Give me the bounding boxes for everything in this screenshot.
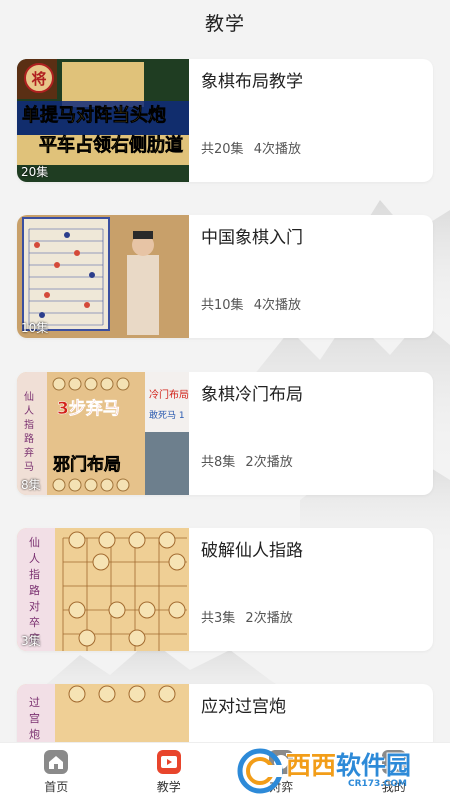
svg-text:对: 对	[29, 599, 40, 613]
svg-text:邪门布局: 邪门布局	[52, 454, 121, 475]
play-count: 4次播放	[253, 298, 301, 313]
course-thumbnail: 仙 人 指 路 对 卒 底 3集	[17, 528, 189, 651]
course-card[interactable]: 仙 人 指 路 对 卒 底 3集 破解仙人指路 共3集 2次播放	[17, 528, 433, 651]
course-title: 破解仙人指路	[201, 541, 303, 561]
thumb-badge: 将	[31, 70, 46, 88]
svg-text:人: 人	[29, 552, 40, 565]
episode-count-badge: 10集	[21, 321, 49, 335]
course-meta: 共3集 2次播放	[201, 607, 293, 626]
episode-count-badge: 3集	[21, 634, 41, 648]
play-count: 4次播放	[253, 142, 301, 157]
tab-label: 首页	[44, 780, 69, 794]
episode-total: 共10集	[201, 298, 244, 313]
course-card[interactable]: 仙 人 指 路 弃 马 3步弃马 邪门布局 冷门布局 敢死马 1 8集 象棋冷门…	[17, 372, 433, 495]
play-video-icon	[156, 750, 181, 774]
svg-text:人: 人	[24, 405, 34, 417]
watermark-logo-icon	[237, 748, 283, 794]
svg-text:过: 过	[29, 696, 40, 709]
svg-text:冷门布局: 冷门布局	[149, 388, 189, 401]
episode-total: 共20集	[201, 142, 244, 157]
course-card[interactable]: 10集 中国象棋入门 共10集 4次播放	[17, 215, 433, 338]
page-title: 教学	[204, 12, 245, 35]
play-count: 2次播放	[245, 611, 293, 626]
svg-text:仙: 仙	[29, 536, 40, 549]
home-icon	[44, 750, 69, 774]
svg-text:仙: 仙	[24, 390, 34, 403]
watermark-text: 西西软件园	[286, 751, 412, 780]
svg-text:宫: 宫	[29, 711, 40, 725]
watermark-url: CR173.COM	[348, 779, 407, 789]
watermark: 西西软件园 CR173.COM	[236, 746, 436, 796]
play-count: 2次播放	[245, 455, 293, 470]
svg-text:单提马对阵当头炮: 单提马对阵当头炮	[22, 104, 166, 126]
svg-text:敢死马 1: 敢死马 1	[149, 409, 185, 421]
svg-text:指: 指	[24, 418, 34, 431]
course-title: 象棋布局教学	[201, 72, 303, 92]
episode-count-badge: 20集	[21, 165, 49, 179]
tab-label: 教学	[156, 780, 181, 794]
episode-count-badge: 8集	[21, 478, 41, 492]
episode-total: 共3集	[201, 611, 236, 626]
svg-text:卒: 卒	[29, 615, 40, 629]
svg-text:指: 指	[29, 567, 40, 581]
svg-text:路: 路	[24, 432, 34, 445]
tab-home[interactable]: 首页	[0, 743, 113, 800]
course-title: 应对过宫炮	[201, 697, 286, 717]
svg-text:路: 路	[29, 584, 40, 597]
svg-text:平车占领右侧肋道: 平车占领右侧肋道	[39, 134, 183, 156]
svg-text:3步弃马: 3步弃马	[57, 398, 120, 419]
course-title: 象棋冷门布局	[201, 385, 303, 405]
episode-total: 共8集	[201, 455, 236, 470]
course-meta: 共10集 4次播放	[201, 294, 301, 313]
course-card[interactable]: 将 单提马对阵当头炮 平车占领右侧肋道 20集 象棋布局教学 共20集 4次播放	[17, 59, 433, 182]
svg-text:炮: 炮	[29, 728, 40, 741]
tab-teaching[interactable]: 教学	[113, 743, 226, 800]
svg-text:弃: 弃	[24, 446, 34, 459]
course-meta: 共20集 4次播放	[201, 138, 301, 157]
course-thumbnail: 仙 人 指 路 弃 马 3步弃马 邪门布局 冷门布局 敢死马 1 8集	[17, 372, 189, 495]
course-thumbnail: 将 单提马对阵当头炮 平车占领右侧肋道 20集	[17, 59, 189, 182]
course-title: 中国象棋入门	[201, 228, 303, 248]
course-thumbnail: 10集	[17, 215, 189, 338]
page-header: 教学	[0, 0, 450, 44]
svg-text:马: 马	[24, 461, 34, 473]
course-meta: 共8集 2次播放	[201, 451, 293, 470]
